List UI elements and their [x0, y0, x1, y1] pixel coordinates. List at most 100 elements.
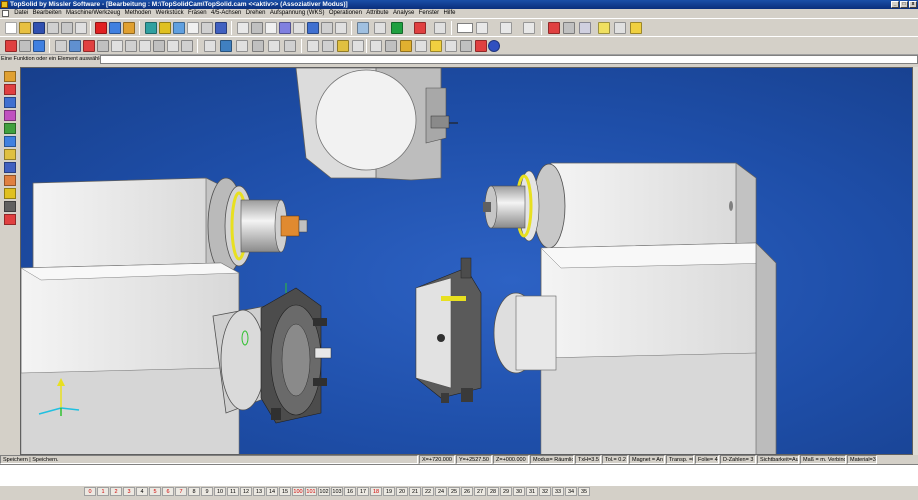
layer-tab[interactable]: 6 — [162, 487, 174, 496]
pan-icon[interactable] — [374, 22, 386, 34]
shape-tool-icon[interactable] — [4, 97, 16, 108]
turning-tool-icon[interactable] — [4, 188, 16, 199]
tool-library-icon[interactable] — [204, 40, 216, 52]
boolean-icon[interactable] — [97, 40, 109, 52]
menu-bearbeiten[interactable]: Bearbeiten — [30, 9, 63, 18]
section-icon[interactable] — [293, 22, 305, 34]
wks-icon[interactable] — [284, 40, 296, 52]
layer-tab[interactable]: 20 — [396, 487, 408, 496]
layer-tab[interactable]: 7 — [175, 487, 187, 496]
drill-icon[interactable] — [111, 40, 123, 52]
note-icon[interactable] — [598, 22, 610, 34]
machining-tool-icon[interactable] — [4, 123, 16, 134]
layer-tab[interactable]: 5 — [149, 487, 161, 496]
status-tolerance[interactable]: Tol.= 0.2 — [602, 455, 628, 464]
view-front-icon[interactable] — [173, 22, 185, 34]
layer-tab[interactable]: 101 — [305, 487, 317, 496]
graph-icon[interactable] — [460, 40, 472, 52]
topsolid-app-icon[interactable] — [1, 1, 8, 8]
layer-tab[interactable]: 12 — [240, 487, 252, 496]
facing-icon[interactable] — [153, 40, 165, 52]
layer-tab[interactable]: 26 — [461, 487, 473, 496]
status-material[interactable]: Material=300 HV — [847, 455, 877, 464]
prompt-input[interactable] — [100, 55, 918, 64]
menu-datei[interactable]: Datei — [12, 9, 30, 18]
folder-icon[interactable] — [430, 40, 442, 52]
right-tool-turret[interactable] — [415, 257, 482, 403]
nc-code-icon[interactable] — [352, 40, 364, 52]
analysis-tool-icon[interactable] — [4, 162, 16, 173]
layer-tab[interactable]: 21 — [409, 487, 421, 496]
stop-icon[interactable] — [475, 40, 487, 52]
status-visibility[interactable]: Sichtbarkeit=Aus — [757, 455, 799, 464]
close-button[interactable]: x — [909, 1, 917, 8]
layer-tab[interactable]: 17 — [357, 487, 369, 496]
properties-icon[interactable] — [563, 22, 575, 34]
left-main-spindle[interactable] — [32, 177, 308, 275]
undo-icon[interactable] — [109, 22, 121, 34]
menu-hilfe[interactable]: Hilfe — [441, 9, 457, 18]
line-width-icon[interactable] — [500, 22, 512, 34]
status-layer[interactable]: Folie= 4 — [695, 455, 719, 464]
attributes-icon[interactable] — [548, 22, 560, 34]
menu-fenster[interactable]: Fenster — [417, 9, 442, 18]
layer-tab[interactable]: 18 — [370, 487, 382, 496]
layer-tab[interactable]: 10 — [214, 487, 226, 496]
table-icon[interactable] — [445, 40, 457, 52]
layer-tab[interactable]: 102 — [318, 487, 330, 496]
layer-tab[interactable]: 103 — [331, 487, 343, 496]
layer-tab[interactable]: 32 — [539, 487, 551, 496]
snap-icon[interactable] — [414, 22, 426, 34]
status-text-height[interactable]: TxH=3.5 — [575, 455, 601, 464]
status-mode[interactable]: Modus= Räumlich — [530, 455, 574, 464]
layer-tab[interactable]: 3 — [123, 487, 135, 496]
layer-tab[interactable]: 8 — [188, 487, 200, 496]
minimize-button[interactable]: _ — [891, 1, 899, 8]
key-icon[interactable] — [400, 40, 412, 52]
layer-tab[interactable]: 34 — [565, 487, 577, 496]
menu-analyse[interactable]: Analyse — [391, 9, 417, 18]
point-icon[interactable] — [19, 40, 31, 52]
layer-tab[interactable]: 35 — [578, 487, 590, 496]
status-d-numbers[interactable]: D-Zahlen= 3 — [720, 455, 756, 464]
split-view-icon[interactable] — [145, 22, 157, 34]
maximize-button[interactable]: □ — [900, 1, 908, 8]
layer-tab[interactable]: 25 — [448, 487, 460, 496]
menu-werkstueck[interactable]: Werkstück — [153, 9, 185, 18]
color-selector[interactable] — [457, 23, 473, 33]
layer-tab[interactable]: 13 — [253, 487, 265, 496]
copy-icon[interactable] — [61, 22, 73, 34]
layer-tab[interactable]: 2 — [110, 487, 122, 496]
holder-icon[interactable] — [220, 40, 232, 52]
3d-viewport[interactable] — [20, 67, 913, 455]
view-iso-icon[interactable] — [215, 22, 227, 34]
layer-tab[interactable]: 31 — [526, 487, 538, 496]
sort-icon[interactable] — [385, 40, 397, 52]
document-icon-2[interactable] — [579, 22, 591, 34]
curve-tool-icon[interactable] — [4, 84, 16, 95]
layer-tab[interactable]: 33 — [552, 487, 564, 496]
simulate-icon[interactable] — [307, 40, 319, 52]
open-folder-icon[interactable] — [19, 22, 31, 34]
layer-tab[interactable]: 24 — [435, 487, 447, 496]
menu-attribute[interactable]: Attribute — [364, 9, 391, 18]
layer-tab[interactable]: 11 — [227, 487, 239, 496]
menu-4-5-achsen[interactable]: 4/5-Achsen — [209, 9, 244, 18]
turning-icon[interactable] — [167, 40, 179, 52]
top-milling-head[interactable] — [295, 68, 458, 181]
status-magnet[interactable]: Magnet = An — [629, 455, 665, 464]
contour-icon[interactable] — [139, 40, 151, 52]
assembly-tool-icon[interactable] — [4, 136, 16, 147]
operations-list-icon[interactable] — [370, 40, 382, 52]
paste-icon[interactable] — [75, 22, 87, 34]
view-side-icon[interactable] — [201, 22, 213, 34]
rotate-view-icon[interactable] — [391, 22, 403, 34]
status-transparency[interactable]: Transp. =0 — [666, 455, 694, 464]
shaded-icon[interactable] — [237, 22, 249, 34]
menu-maschine-werkzeug[interactable]: Maschine/Werkzeug — [64, 9, 123, 18]
threading-icon[interactable] — [181, 40, 193, 52]
postprocessor-icon[interactable] — [337, 40, 349, 52]
layer-tab[interactable]: 22 — [422, 487, 434, 496]
library-icon[interactable] — [630, 22, 642, 34]
verify-icon[interactable] — [322, 40, 334, 52]
